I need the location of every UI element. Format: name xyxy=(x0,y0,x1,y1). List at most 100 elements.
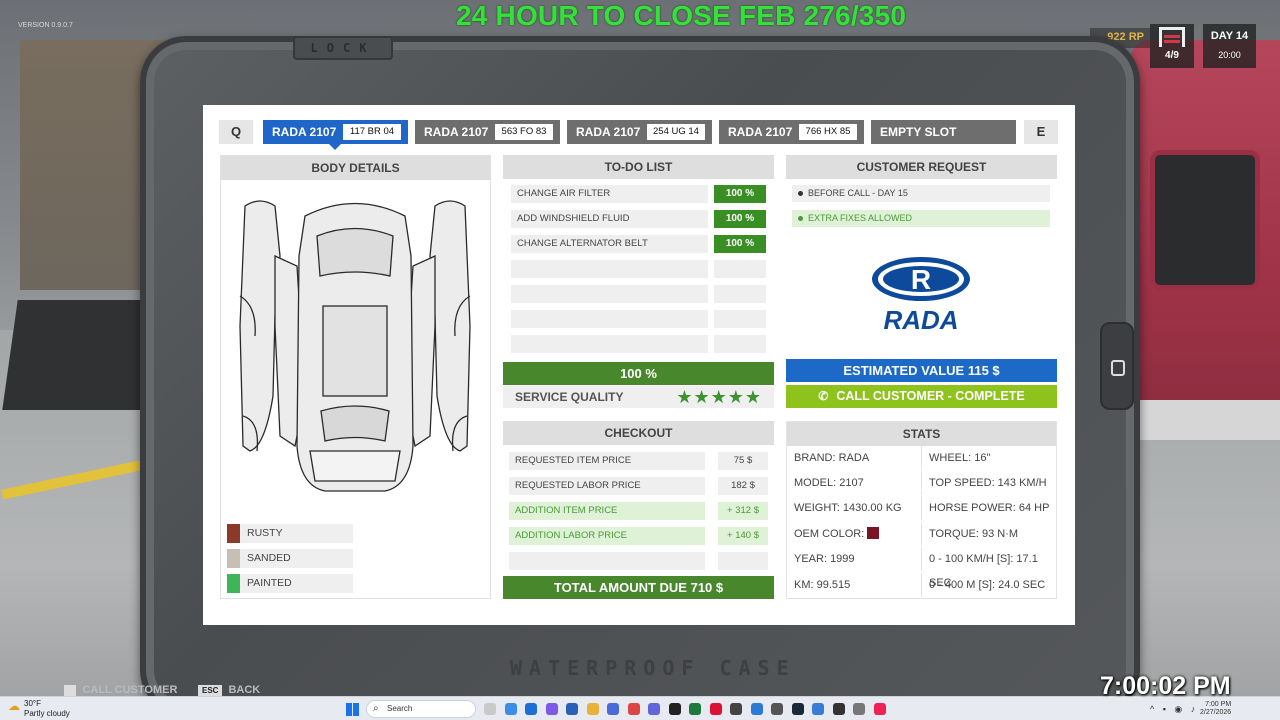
legend-swatch xyxy=(227,524,240,543)
legend-label: PAINTED xyxy=(247,577,292,589)
background-car xyxy=(1130,40,1280,420)
settings-icon[interactable] xyxy=(853,703,865,715)
checkout-row-name: ADDITION ITEM PRICE xyxy=(509,502,705,520)
car-body-diagram[interactable] xyxy=(235,196,475,496)
body-details-panel: BODY DETAILS RUSTY SANDED PAINTED xyxy=(220,155,491,599)
checkout-row-value: 75 $ xyxy=(718,452,768,470)
stat-horse-power: HORSE POWER: 64 HP xyxy=(929,502,1050,514)
next-tab-key[interactable]: E xyxy=(1024,120,1058,144)
prev-tab-key[interactable]: Q xyxy=(219,120,253,144)
car-bumper xyxy=(1140,400,1280,440)
steam-icon[interactable] xyxy=(791,703,804,715)
oem-color-swatch xyxy=(867,527,880,539)
app-icon[interactable] xyxy=(627,703,640,715)
call-customer-hint[interactable]: CALL CUSTOMER xyxy=(64,684,177,696)
tab-model: RADA 2107 xyxy=(272,125,337,139)
excel-icon[interactable] xyxy=(689,703,701,715)
stat-0-400: 0 - 400 M [S]: 24.0 SEC xyxy=(929,579,1046,591)
tab-empty-slot[interactable]: EMPTY SLOT xyxy=(871,120,1016,144)
tray-date: 2/27/2026 xyxy=(1200,709,1232,716)
tab-plate: 766 HX 85 xyxy=(799,124,857,140)
rada-logo-icon: R RADA xyxy=(872,257,970,335)
left-front-fender xyxy=(239,200,281,452)
call-customer-button[interactable]: ✆ CALL CUSTOMER - COMPLETE xyxy=(786,385,1057,408)
total-amount-due: TOTAL AMOUNT DUE 710 $ xyxy=(503,576,774,599)
checkout-row-value: + 140 $ xyxy=(718,527,768,545)
legend-sanded: SANDED xyxy=(227,549,353,568)
checkout-row-value: + 312 $ xyxy=(718,502,768,520)
teams-icon[interactable] xyxy=(648,703,660,715)
recorder-icon[interactable] xyxy=(873,703,886,715)
game-icon[interactable] xyxy=(771,703,783,715)
day-widget: DAY 14 20:00 xyxy=(1203,24,1256,68)
terminal-icon[interactable] xyxy=(668,703,681,715)
todo-item-progress: 100 % xyxy=(714,235,766,253)
panel-title: CUSTOMER REQUEST xyxy=(786,155,1057,179)
legend-label: SANDED xyxy=(247,552,291,564)
garage-icon xyxy=(1159,27,1185,47)
hint-label: CALL CUSTOMER xyxy=(82,684,178,696)
tab-car-1[interactable]: RADA 2107 117 BR 04 xyxy=(263,120,408,150)
back-hint[interactable]: ESC BACK xyxy=(198,684,260,696)
tab-plate: 254 UG 14 xyxy=(647,124,705,140)
photos-icon[interactable] xyxy=(812,703,824,715)
todo-total-progress: 100 % xyxy=(503,362,774,385)
request-item: BEFORE CALL - DAY 15 xyxy=(792,185,1050,202)
customer-request-panel: CUSTOMER REQUEST BEFORE CALL - DAY 15 EX… xyxy=(786,155,1057,408)
outlook-icon[interactable] xyxy=(566,703,578,715)
stat-weight: WEIGHT: 1430.00 KG xyxy=(787,496,922,520)
todo-item-progress: 100 % xyxy=(714,210,766,228)
panel-title: TO-DO LIST xyxy=(503,155,774,179)
legend-rusty: RUSTY xyxy=(227,524,353,543)
tab-car-2[interactable]: RADA 2107 563 FO 83 xyxy=(415,120,560,144)
notepad-icon[interactable] xyxy=(750,703,763,715)
stat-top-speed: TOP SPEED: 143 KM/H xyxy=(929,477,1047,489)
tab-car-3[interactable]: RADA 2107 254 UG 14 xyxy=(567,120,712,144)
tab-model: RADA 2107 xyxy=(424,125,489,139)
tablet-home-button[interactable] xyxy=(1100,322,1134,410)
checkout-panel: CHECKOUT REQUESTED ITEM PRICE 75 $ REQUE… xyxy=(503,421,774,599)
garage-slots-widget: 4/9 xyxy=(1150,24,1194,68)
copilot-icon[interactable] xyxy=(545,703,558,715)
media-icon[interactable] xyxy=(709,703,722,715)
chrome-icon[interactable] xyxy=(504,703,517,715)
stat-year: YEAR: 1999 xyxy=(787,547,922,571)
system-clock[interactable]: 7:00 PM 2/27/2026 xyxy=(1200,701,1231,717)
weather-temp: 30°F xyxy=(24,699,41,708)
taskbar-apps xyxy=(484,702,894,720)
tablet-screen: Q RADA 2107 117 BR 04 RADA 2107 563 FO 8… xyxy=(203,105,1075,625)
stats-panel: STATS BRAND: RADA MODEL: 2107 WEIGHT: 14… xyxy=(786,421,1057,599)
folder-icon[interactable] xyxy=(586,703,599,715)
tray-time: 7:00 PM xyxy=(1205,701,1232,708)
stream-clock: 7:00:02 PM xyxy=(1100,672,1231,700)
garage-count: 4/9 xyxy=(1165,50,1179,61)
edge-icon[interactable] xyxy=(525,703,537,715)
todo-item-name: CHANGE ALTERNATOR BELT xyxy=(511,235,708,253)
windows-start-icon[interactable] xyxy=(346,703,359,716)
stat-km: KM: 99.515 xyxy=(787,573,922,597)
key-icon xyxy=(64,685,77,696)
checkout-row-name: ADDITION LABOR PRICE xyxy=(509,527,705,545)
todo-item-progress: 100 % xyxy=(714,185,766,203)
taskbar-search[interactable]: Search xyxy=(366,700,476,718)
star-rating-icon: ★★★★★ xyxy=(676,387,762,407)
epic-icon[interactable] xyxy=(832,703,845,715)
case-footer-label: WATERPROOF CASE xyxy=(510,656,796,680)
body-legend: RUSTY SANDED PAINTED xyxy=(227,524,353,599)
service-quality-label: SERVICE QUALITY xyxy=(515,390,624,404)
tab-car-4[interactable]: RADA 2107 766 HX 85 xyxy=(719,120,864,144)
trunk xyxy=(309,450,401,482)
obs-icon[interactable] xyxy=(730,703,742,715)
version-label: VERSION 0.9.0.7 xyxy=(18,22,73,29)
floor-mat xyxy=(2,300,158,410)
weather-widget[interactable]: 30°F Partly cloudy xyxy=(8,699,70,719)
file-explorer-icon[interactable] xyxy=(484,703,496,715)
request-item: EXTRA FIXES ALLOWED xyxy=(792,210,1050,227)
tray-icons[interactable]: ^ ▪ ◉ ♪ xyxy=(1150,704,1198,715)
checkout-row-name: REQUESTED LABOR PRICE xyxy=(509,477,705,495)
time-label: 20:00 xyxy=(1218,50,1241,60)
store-icon[interactable] xyxy=(607,703,619,715)
car-window xyxy=(1150,150,1260,290)
right-front-fender xyxy=(429,200,471,452)
windows-taskbar: 30°F Partly cloudy Search ^ ▪ ◉ ♪ 7:00 P… xyxy=(0,696,1280,720)
